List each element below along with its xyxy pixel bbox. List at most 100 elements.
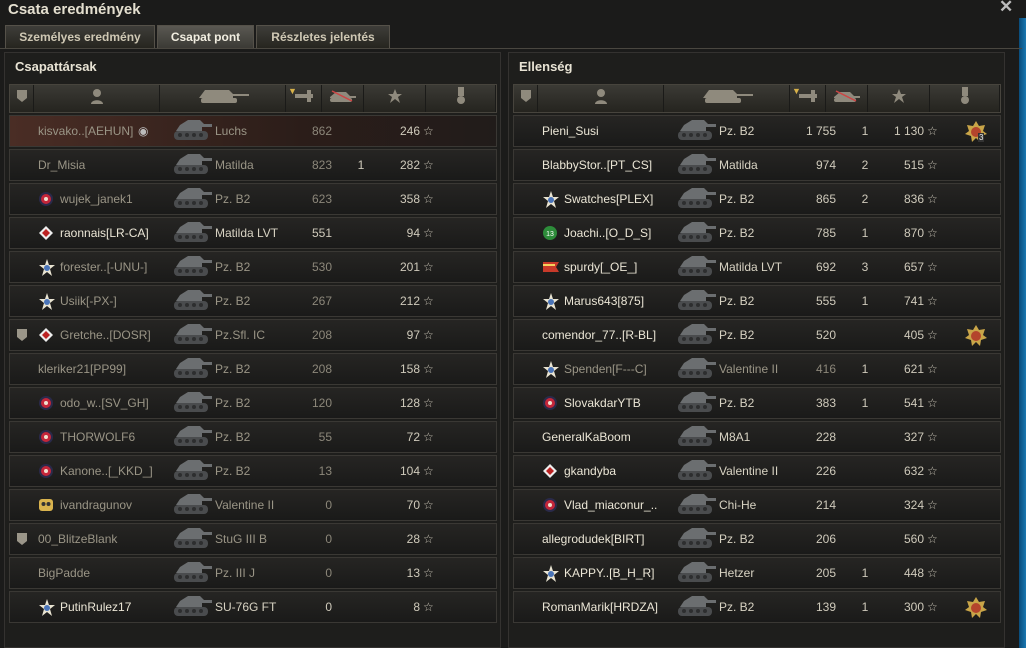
achievement-medal-icon[interactable]: 3 — [964, 120, 988, 144]
player-name: ivandragunov — [60, 498, 133, 512]
tank-icon — [172, 117, 212, 145]
player-row[interactable]: 00_BlitzeBlank StuG III B 0 28 ☆ — [9, 523, 497, 555]
player-row[interactable]: SlovakdarYTB Pz. B2 383 1 541 ☆ — [513, 387, 1001, 419]
achievement-medal-icon[interactable] — [964, 324, 988, 348]
sort-by-tank-header[interactable] — [160, 85, 286, 112]
player-row[interactable]: spurdy[_OE_] Matilda LVT 692 3 657 ☆ — [513, 251, 1001, 283]
xp-star-icon: ☆ — [423, 226, 434, 240]
xp-value: 97 — [406, 328, 420, 342]
player-row[interactable]: KAPPY..[B_H_R] Hetzer 205 1 448 ☆ — [513, 557, 1001, 589]
damage-value: 974 — [815, 158, 836, 172]
tab-detailed-report[interactable]: Részletes jelentés — [256, 25, 390, 48]
xp-value: 72 — [406, 430, 420, 444]
player-row[interactable]: RomanMarik[HRDZA] Pz. B2 139 1 300 ☆ — [513, 591, 1001, 623]
sort-by-tank-header[interactable] — [664, 85, 790, 112]
player-row[interactable]: Pieni_Susi Pz. B2 1 755 1 1 130 ☆ 3 — [513, 115, 1001, 147]
player-row[interactable]: forester..[-UNU-] Pz. B2 530 201 ☆ — [9, 251, 497, 283]
damage-value: 862 — [311, 124, 332, 138]
damage-value: 0 — [325, 566, 332, 580]
player-row[interactable]: Marus643[875] Pz. B2 555 1 741 ☆ — [513, 285, 1001, 317]
clan-emblem-icon — [38, 395, 56, 413]
sort-by-damage-header[interactable]: ▼ — [286, 85, 322, 112]
xp-value: 128 — [399, 396, 420, 410]
tank-icon — [676, 491, 716, 519]
player-row[interactable]: PutinRulez17 SU-76G FT 0 8 ☆ — [9, 591, 497, 623]
tank-name: Pz. B2 — [215, 192, 251, 206]
sort-by-medal-header[interactable] — [426, 85, 496, 112]
player-row[interactable]: Usiik[-PX-] Pz. B2 267 212 ☆ — [9, 285, 497, 317]
tank-icon — [676, 185, 716, 213]
sort-by-damage-header[interactable]: ▼ — [790, 85, 826, 112]
sort-by-player-header[interactable] — [538, 85, 664, 112]
xp-star-icon: ☆ — [927, 600, 938, 614]
player-name: PutinRulez17 — [60, 600, 132, 614]
tank-name: Pz. B2 — [719, 532, 755, 546]
sort-by-player-header[interactable] — [34, 85, 160, 112]
clan-emblem-icon — [542, 395, 560, 413]
player-row[interactable]: odo_w..[SV_GH] Pz. B2 120 128 ☆ — [9, 387, 497, 419]
xp-star-icon: ☆ — [423, 396, 434, 410]
achievement-medal-icon[interactable] — [964, 596, 988, 620]
tank-name: Pz. B2 — [719, 294, 755, 308]
player-name: BigPadde — [38, 566, 91, 580]
clan-emblem-icon — [542, 293, 560, 311]
player-row[interactable]: Spenden[F---C] Valentine II 416 1 621 ☆ — [513, 353, 1001, 385]
clan-emblem-icon — [38, 599, 56, 617]
sort-by-star-header[interactable] — [364, 85, 426, 112]
player-name: Vlad_miaconur_.. — [564, 498, 658, 512]
xp-star-icon: ☆ — [927, 464, 938, 478]
player-row[interactable]: Vlad_miaconur_.. Chi-He 214 324 ☆ — [513, 489, 1001, 521]
damage-value: 226 — [815, 464, 836, 478]
tank-name: SU-76G FT — [215, 600, 277, 614]
tank-name: Matilda — [215, 158, 254, 172]
svg-text:13: 13 — [546, 231, 554, 238]
damage-value: 520 — [815, 328, 836, 342]
xp-value: 405 — [903, 328, 924, 342]
player-row[interactable]: comendor_77..[R-BL] Pz. B2 520 405 ☆ — [513, 319, 1001, 351]
player-row[interactable]: Swatches[PLEX] Pz. B2 865 2 836 ☆ — [513, 183, 1001, 215]
player-row[interactable]: kleriker21[PP99] Pz. B2 208 158 ☆ — [9, 353, 497, 385]
player-row[interactable]: Gretche..[DOSR] Pz.Sfl. IC 208 97 ☆ — [9, 319, 497, 351]
sort-by-medal-header[interactable] — [930, 85, 1000, 112]
tank-name: Pz.Sfl. IC — [215, 328, 266, 342]
player-row[interactable]: raonnais[LR-CA] Matilda LVT 551 94 ☆ — [9, 217, 497, 249]
tank-icon — [676, 559, 716, 587]
tab-divider — [0, 48, 1022, 49]
tank-icon — [676, 219, 716, 247]
player-row[interactable]: GeneralKaBoom M8A1 228 327 ☆ — [513, 421, 1001, 453]
sort-by-star-header[interactable] — [868, 85, 930, 112]
player-row[interactable]: Dr_Misia Matilda 823 1 282 ☆ — [9, 149, 497, 181]
tank-name: Matilda LVT — [215, 226, 279, 240]
player-row[interactable]: gkandyba Valentine II 226 632 ☆ — [513, 455, 1001, 487]
kills-icon — [832, 89, 862, 108]
tab-personal-results[interactable]: Személyes eredmény — [5, 25, 155, 48]
tab-team-score[interactable]: Csapat pont — [157, 25, 254, 48]
tank-name: Pz. B2 — [719, 328, 755, 342]
xp-star-icon: ☆ — [423, 600, 434, 614]
player-row[interactable]: BlabbyStor..[PT_CS] Matilda 974 2 515 ☆ — [513, 149, 1001, 181]
player-name: Pieni_Susi — [542, 124, 599, 138]
player-row[interactable]: kisvako..[AEHUN] ◉ Luchs 862 246 ☆ — [9, 115, 497, 147]
player-row[interactable]: ivandragunov Valentine II 0 70 ☆ — [9, 489, 497, 521]
xp-value: 632 — [903, 464, 924, 478]
xp-star-icon: ☆ — [927, 396, 938, 410]
sort-by-kills-header[interactable] — [826, 85, 868, 112]
tank-icon — [172, 457, 212, 485]
sort-by-kills-header[interactable] — [322, 85, 364, 112]
sort-by-platoon-header[interactable] — [10, 85, 34, 112]
player-row[interactable]: BigPadde Pz. III J 0 13 ☆ — [9, 557, 497, 589]
tank-name: Pz. B2 — [719, 600, 755, 614]
player-row[interactable]: 13 Joachi..[O_D_S] Pz. B2 785 1 870 ☆ — [513, 217, 1001, 249]
player-row[interactable]: THORWOLF6 Pz. B2 55 72 ☆ — [9, 421, 497, 453]
kills-icon — [328, 89, 358, 108]
xp-value: 13 — [406, 566, 420, 580]
player-row[interactable]: wujek_janek1 Pz. B2 623 358 ☆ — [9, 183, 497, 215]
player-row[interactable]: allegrodudek[BIRT] Pz. B2 206 560 ☆ — [513, 523, 1001, 555]
player-row[interactable]: Kanone..[_KKD_] Pz. B2 13 104 ☆ — [9, 455, 497, 487]
xp-star-icon: ☆ — [423, 464, 434, 478]
background-edge — [1019, 18, 1026, 648]
close-icon[interactable]: ✕ — [999, 0, 1013, 17]
sort-by-platoon-header[interactable] — [514, 85, 538, 112]
player-name: GeneralKaBoom — [542, 430, 631, 444]
clan-emblem-icon — [38, 429, 56, 447]
